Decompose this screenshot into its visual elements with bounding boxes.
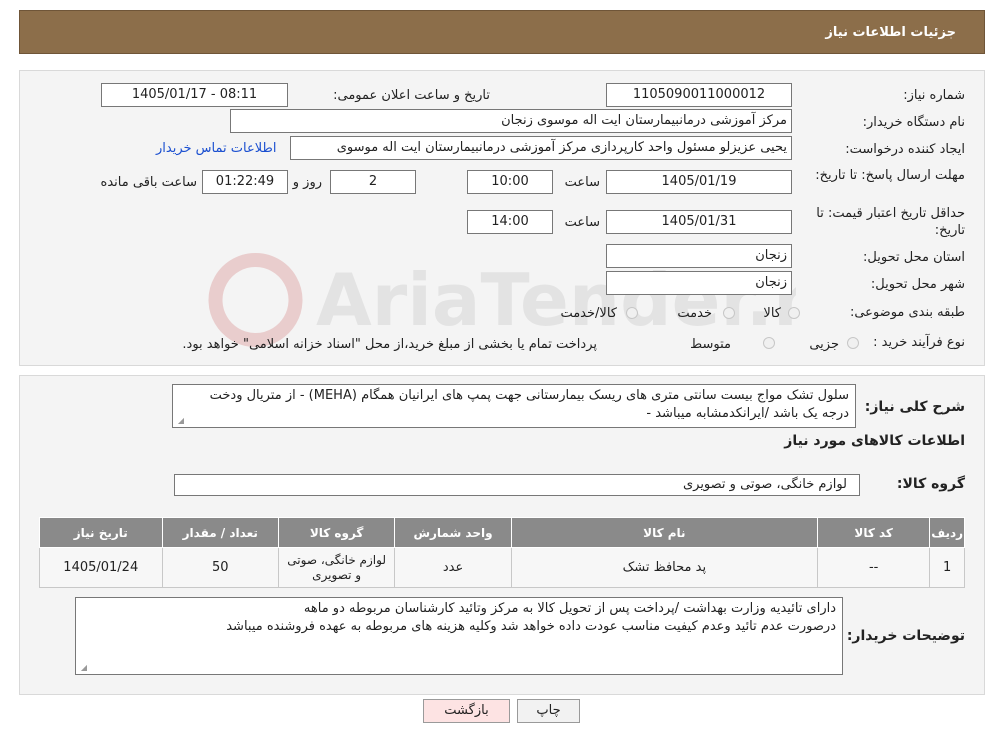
price-validity-time-field: 14:00 <box>467 210 553 234</box>
deadline-date-field: 1405/01/19 <box>606 170 792 194</box>
buyer-notes-label: توضیحات خریدار: <box>846 628 965 644</box>
col-quantity: تعداد / مقدار <box>161 517 279 548</box>
announce-datetime-field: 1405/01/17 - 08:11 <box>101 83 288 107</box>
category-goods-service-radio[interactable] <box>626 307 638 319</box>
process-minor-label: جزیی <box>809 337 839 352</box>
price-validity-date-field: 1405/01/31 <box>606 210 792 234</box>
col-item-group: گروه کالا <box>277 517 396 548</box>
buyer-notes-line-2: درصورت عدم تائید وعدم کیفیت مناسب عودت د… <box>226 619 836 634</box>
category-goods-label: کالا <box>763 306 781 321</box>
cell-unit: عدد <box>394 547 512 588</box>
delivery-province-label: استان محل تحویل: <box>863 250 965 265</box>
requester-field: یحیی عزیزلو مسئول واحد کارپردازی مرکز آم… <box>290 136 792 160</box>
deadline-label: مهلت ارسال پاسخ: تا تاریخ: <box>815 168 965 183</box>
buyer-notes-line-1: دارای تائیدیه وزارت بهداشت /پرداخت پس از… <box>303 601 836 616</box>
remaining-time-label: ساعت باقی مانده <box>100 175 197 190</box>
process-medium-radio[interactable] <box>763 337 775 349</box>
page-header: جزئیات اطلاعات نیاز <box>19 10 985 54</box>
cell-item-name: پد محافظ تشک <box>510 547 819 588</box>
delivery-province-field: زنجان <box>606 244 792 268</box>
process-medium-label: متوسط <box>690 337 731 352</box>
days-label: روز و <box>292 175 322 190</box>
category-label: طبقه بندی موضوعی: <box>849 305 965 320</box>
resize-handle-icon[interactable]: ◢ <box>79 664 87 672</box>
goods-group-label: گروه کالا: <box>896 476 965 492</box>
goods-table: ردیف کد کالا نام کالا واحد شمارش گروه کا… <box>39 517 965 588</box>
price-validity-label: حداقل تاریخ اعتبار قیمت: تا تاریخ: <box>816 206 965 238</box>
buyer-notes-textarea[interactable]: دارای تائیدیه وزارت بهداشت /پرداخت پس از… <box>75 597 843 675</box>
col-item-code: کد کالا <box>816 517 931 548</box>
cell-quantity: 50 <box>161 547 279 588</box>
col-row-number: ردیف <box>929 517 965 548</box>
resize-handle-icon[interactable]: ◢ <box>176 417 184 425</box>
cell-item-group: لوازم خانگی، صوتی و تصویری <box>277 547 396 588</box>
col-unit: واحد شمارش <box>394 517 512 548</box>
deadline-time-label: ساعت <box>564 175 600 190</box>
category-goods-radio[interactable] <box>788 307 800 319</box>
buyer-contact-link[interactable]: اطلاعات تماس خریدار <box>156 141 276 156</box>
buyer-org-label: نام دستگاه خریدار: <box>862 115 965 130</box>
cell-need-date: 1405/01/24 <box>39 547 163 588</box>
print-button[interactable]: چاپ <box>517 699 580 723</box>
cell-item-code: -- <box>816 547 931 588</box>
price-validity-time-label: ساعت <box>564 215 600 230</box>
delivery-city-label: شهر محل تحویل: <box>870 277 965 292</box>
requester-label: ایجاد کننده درخواست: <box>845 142 965 157</box>
description-textarea[interactable]: سلول تشک مواج بیست سانتی متری های ریسک ب… <box>172 384 856 428</box>
col-item-name: نام کالا <box>510 517 819 548</box>
goods-info-title: اطلاعات کالاهای مورد نیاز <box>784 433 965 449</box>
goods-group-field: لوازم خانگی، صوتی و تصویری <box>174 474 860 496</box>
process-type-label: نوع فرآیند خرید : <box>873 335 965 350</box>
goods-table-header-row: ردیف کد کالا نام کالا واحد شمارش گروه کا… <box>39 517 965 548</box>
category-service-radio[interactable] <box>723 307 735 319</box>
description-label: شرح کلی نیاز: <box>864 399 965 415</box>
process-treasury-note: پرداخت تمام یا بخشی از مبلغ خرید،از محل … <box>182 337 597 352</box>
cell-row-number: 1 <box>929 547 965 588</box>
page-title: جزئیات اطلاعات نیاز <box>825 25 956 40</box>
deadline-time-field: 10:00 <box>467 170 553 194</box>
table-row: 1 -- پد محافظ تشک عدد لوازم خانگی، صوتی … <box>39 547 965 588</box>
remaining-time-field: 01:22:49 <box>202 170 288 194</box>
back-button[interactable]: بازگشت <box>423 699 510 723</box>
process-minor-radio[interactable] <box>847 337 859 349</box>
delivery-city-field: زنجان <box>606 271 792 295</box>
category-service-label: خدمت <box>677 306 712 321</box>
description-text: سلول تشک مواج بیست سانتی متری های ریسک ب… <box>209 388 849 421</box>
remaining-days-field: 2 <box>330 170 416 194</box>
category-goods-service-label: کالا/خدمت <box>560 306 617 321</box>
need-number-field: 1105090011000012 <box>606 83 792 107</box>
col-need-date: تاریخ نیاز <box>39 517 163 548</box>
buyer-org-field: مرکز آموزشی درمانبیمارستان ایت اله موسوی… <box>230 109 792 133</box>
announce-datetime-label: تاریخ و ساعت اعلان عمومی: <box>333 88 490 103</box>
need-number-label: شماره نیاز: <box>903 88 965 103</box>
